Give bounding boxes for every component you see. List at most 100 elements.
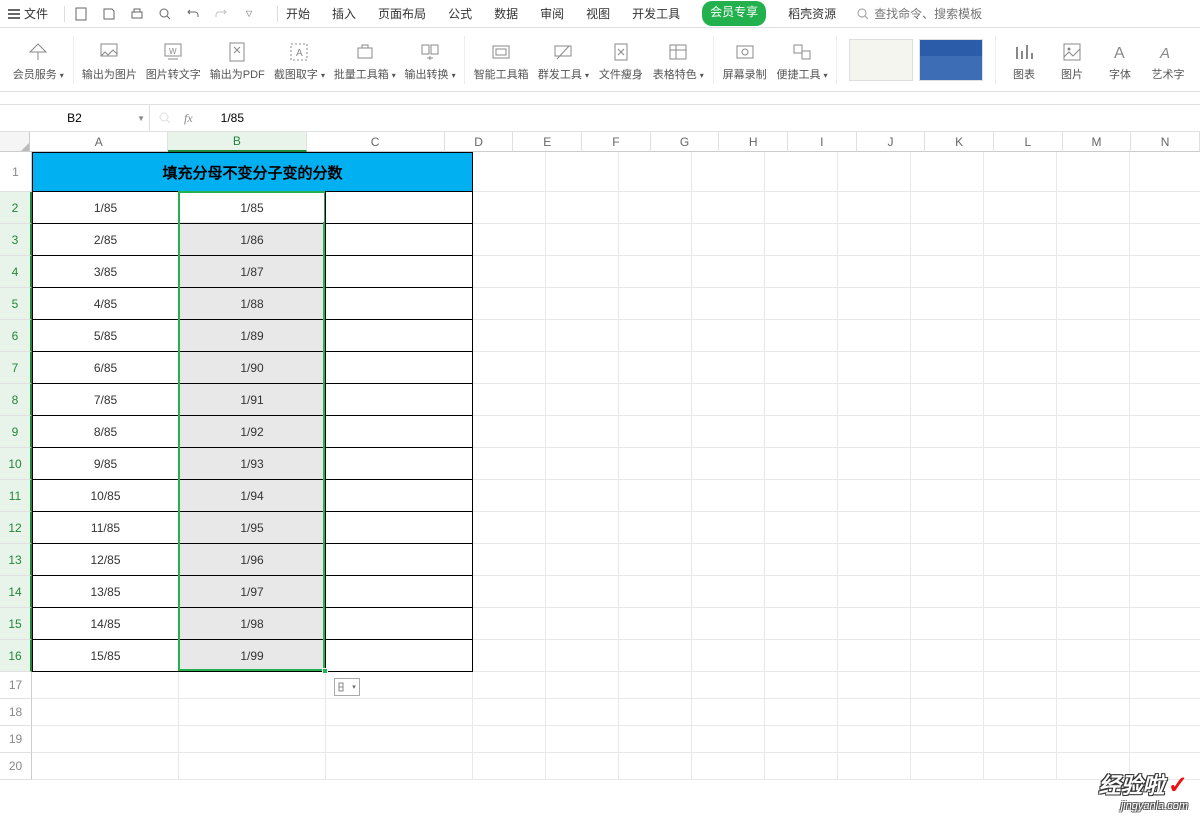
cell-I17[interactable] (838, 672, 911, 699)
cell-G7[interactable] (692, 352, 765, 384)
cell-L19[interactable] (1057, 726, 1130, 753)
cell-H6[interactable] (765, 320, 838, 352)
cell-F18[interactable] (619, 699, 692, 726)
cell-A18[interactable] (32, 699, 179, 726)
template-thumb[interactable] (849, 39, 913, 81)
cell-D14[interactable] (473, 576, 546, 608)
ribbon-群发工具[interactable]: 群发工具 ▾ (533, 38, 594, 82)
cell-K15[interactable] (984, 608, 1057, 640)
cell-G20[interactable] (692, 753, 765, 780)
ribbon-截图取字[interactable]: A截图取字 ▾ (269, 38, 330, 82)
row-header-11[interactable]: 11 (0, 480, 32, 512)
cell-K19[interactable] (984, 726, 1057, 753)
cell-J8[interactable] (911, 384, 984, 416)
cancel-icon[interactable] (158, 111, 172, 125)
ribbon-表格特色[interactable]: 表格特色 ▾ (648, 38, 709, 82)
cell-E17[interactable] (546, 672, 619, 699)
cell-E11[interactable] (546, 480, 619, 512)
cell-A12[interactable]: 11/85 (32, 512, 179, 544)
row-header-3[interactable]: 3 (0, 224, 32, 256)
cell-M17[interactable] (1130, 672, 1200, 699)
ribbon-艺术字[interactable]: A艺术字 (1144, 38, 1192, 82)
cell-K8[interactable] (984, 384, 1057, 416)
cell-L5[interactable] (1057, 288, 1130, 320)
cell-I19[interactable] (838, 726, 911, 753)
cell-E16[interactable] (546, 640, 619, 672)
cell-G18[interactable] (692, 699, 765, 726)
cell-B13[interactable]: 1/96 (179, 544, 326, 576)
cell-J13[interactable] (911, 544, 984, 576)
col-header-F[interactable]: F (582, 132, 651, 152)
cell-E18[interactable] (546, 699, 619, 726)
cell-L2[interactable] (1057, 192, 1130, 224)
cell-I13[interactable] (838, 544, 911, 576)
cell-F11[interactable] (619, 480, 692, 512)
cell-M18[interactable] (1130, 699, 1200, 726)
cell-K11[interactable] (984, 480, 1057, 512)
cell[interactable] (546, 152, 619, 192)
cell-K9[interactable] (984, 416, 1057, 448)
cell-L16[interactable] (1057, 640, 1130, 672)
cell-J15[interactable] (911, 608, 984, 640)
cell-J11[interactable] (911, 480, 984, 512)
col-header-N[interactable]: N (1131, 132, 1200, 152)
tab-1[interactable]: 插入 (332, 1, 356, 26)
cell-K20[interactable] (984, 753, 1057, 780)
cell-E10[interactable] (546, 448, 619, 480)
cell-I6[interactable] (838, 320, 911, 352)
cell-I2[interactable] (838, 192, 911, 224)
cell-E15[interactable] (546, 608, 619, 640)
cell-I4[interactable] (838, 256, 911, 288)
row-header-20[interactable]: 20 (0, 753, 32, 780)
cell-K6[interactable] (984, 320, 1057, 352)
dropdown-icon[interactable]: ▼ (137, 114, 145, 123)
cell-B7[interactable]: 1/90 (179, 352, 326, 384)
cell-D10[interactable] (473, 448, 546, 480)
row-header-19[interactable]: 19 (0, 726, 32, 753)
tab-6[interactable]: 视图 (586, 1, 610, 26)
row-header-15[interactable]: 15 (0, 608, 32, 640)
file-menu[interactable]: 文件 (8, 5, 48, 22)
cell-H2[interactable] (765, 192, 838, 224)
ribbon-输出为PDF[interactable]: 输出为PDF (205, 38, 269, 82)
cell-F9[interactable] (619, 416, 692, 448)
cell-B14[interactable]: 1/97 (179, 576, 326, 608)
row-header-12[interactable]: 12 (0, 512, 32, 544)
cell-I11[interactable] (838, 480, 911, 512)
cell-L10[interactable] (1057, 448, 1130, 480)
cell-A2[interactable]: 1/85 (32, 192, 179, 224)
ribbon-图表[interactable]: 图表 (1000, 38, 1048, 82)
search-box[interactable] (856, 7, 1024, 21)
cell-K13[interactable] (984, 544, 1057, 576)
cell-I9[interactable] (838, 416, 911, 448)
ribbon-会员服务[interactable]: 会员服务 ▾ (8, 38, 69, 82)
cell-F7[interactable] (619, 352, 692, 384)
cell-J20[interactable] (911, 753, 984, 780)
cell-E3[interactable] (546, 224, 619, 256)
cell-A6[interactable]: 5/85 (32, 320, 179, 352)
cell-J2[interactable] (911, 192, 984, 224)
cell-C14[interactable] (326, 576, 473, 608)
cell-F3[interactable] (619, 224, 692, 256)
tab-7[interactable]: 开发工具 (632, 1, 680, 26)
col-header-A[interactable]: A (30, 132, 168, 152)
tab-3[interactable]: 公式 (448, 1, 472, 26)
tab-8[interactable]: 会员专享 (702, 1, 766, 26)
cell-C20[interactable] (326, 753, 473, 780)
col-header-G[interactable]: G (651, 132, 720, 152)
row-header-13[interactable]: 13 (0, 544, 32, 576)
cell-A20[interactable] (32, 753, 179, 780)
cell-F14[interactable] (619, 576, 692, 608)
cell-B11[interactable]: 1/94 (179, 480, 326, 512)
col-header-H[interactable]: H (719, 132, 788, 152)
cell-F4[interactable] (619, 256, 692, 288)
cell-K18[interactable] (984, 699, 1057, 726)
cell-D20[interactable] (473, 753, 546, 780)
cell-I5[interactable] (838, 288, 911, 320)
new-icon[interactable] (73, 6, 89, 22)
cell-J9[interactable] (911, 416, 984, 448)
cell-H4[interactable] (765, 256, 838, 288)
ribbon-智能工具箱[interactable]: 智能工具箱 (469, 38, 533, 82)
cell-C15[interactable] (326, 608, 473, 640)
cell-H14[interactable] (765, 576, 838, 608)
